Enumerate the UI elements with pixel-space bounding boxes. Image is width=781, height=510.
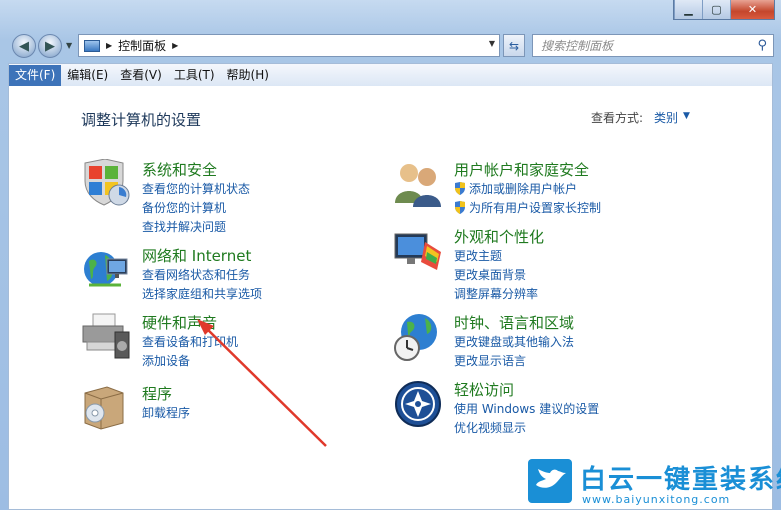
control-panel-window: ▁ ▢ ✕ ◀ ▶ ▼ ▶ 控制面板 ▶ ▼ ⇆ 搜索控制面板 ⚲ 文件(F) … [0, 0, 781, 510]
watermark: 白云一键重装系统 www.baiyunxitong.com [520, 455, 781, 510]
annotation-arrow [197, 319, 327, 447]
watermark-url: www.baiyunxitong.com [582, 493, 731, 506]
watermark-title: 白云一键重装系统 [580, 465, 781, 495]
bird-logo-icon [528, 459, 572, 503]
